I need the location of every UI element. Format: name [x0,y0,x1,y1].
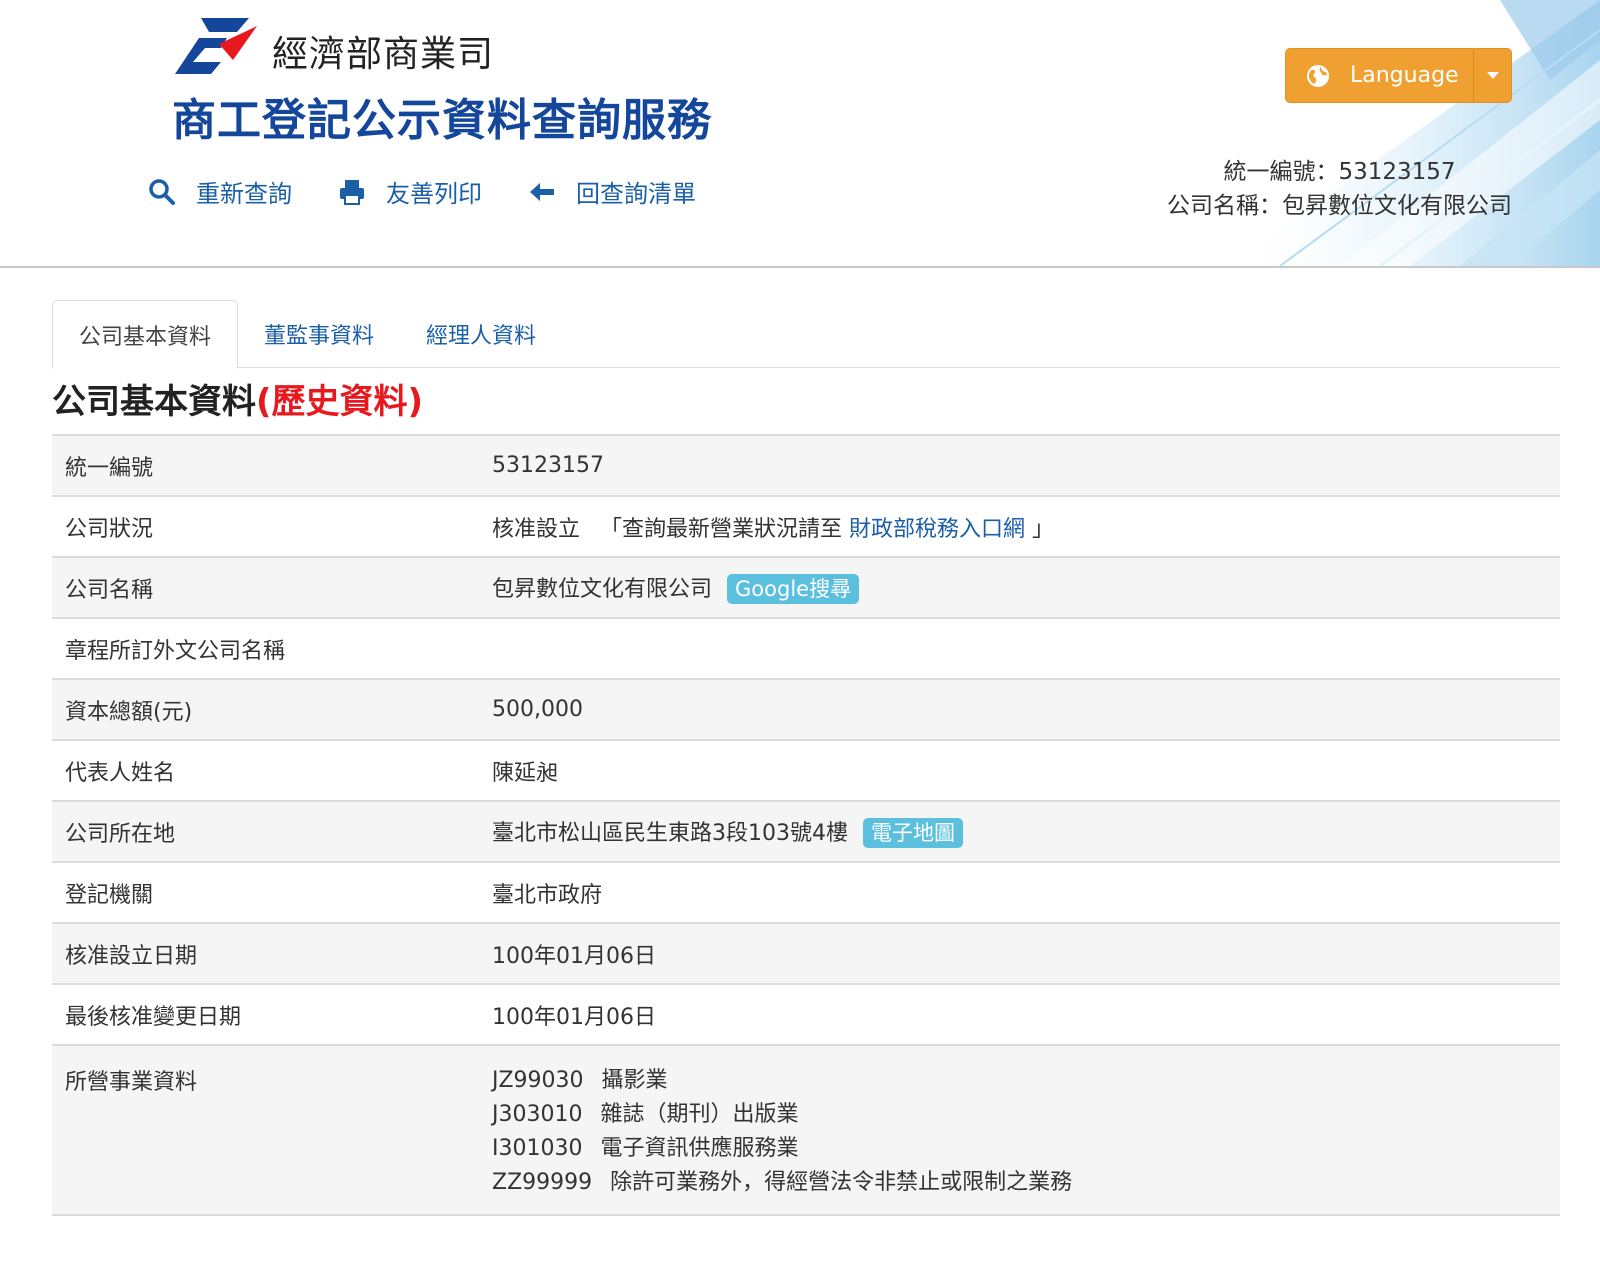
company-name-line: 公司名稱：包昇數位文化有限公司 [1167,193,1512,219]
arrow-left-icon [530,182,554,201]
print-label: 友善列印 [386,180,482,208]
print-icon [340,179,364,205]
table-row: 章程所訂外文公司名稱 [52,617,1560,679]
language-dropdown-toggle[interactable] [1474,49,1511,102]
row-label: 公司狀況 [52,495,492,557]
table-row: 公司名稱 包昇數位文化有限公司 Google搜尋 [52,556,1560,618]
row-label: 代表人姓名 [52,739,492,801]
address-value: 臺北市松山區民生東路3段103號4樓 [492,821,848,846]
language-label: Language [1350,63,1459,88]
tab-directors[interactable]: 董監事資料 [238,300,400,368]
business-code: ZZ99999 [492,1170,593,1195]
tax-portal-link[interactable]: 財政部稅務入口網 [849,517,1025,542]
history-label: (歷史資料) [256,382,424,422]
row-label: 核准設立日期 [52,922,492,984]
capital-value: 500,000 [492,678,1560,740]
business-desc: 除許可業務外，得經營法令非禁止或限制之業務 [610,1170,1073,1195]
language-button-main[interactable]: Language [1286,49,1474,102]
caret-down-icon [1486,71,1499,79]
business-code: I301030 [492,1136,583,1161]
ministry-logo [175,18,257,74]
header-decoration [1230,0,1600,266]
status-cell: 核准設立 「查詢最新營業狀況請至 財政部稅務入口網 」 [492,495,1560,557]
table-row: 登記機關 臺北市政府 [52,861,1560,923]
new-search-link[interactable]: 重新查詢 [148,174,292,209]
table-row: 公司狀況 核准設立 「查詢最新營業狀況請至 財政部稅務入口網 」 [52,495,1560,557]
table-row: 代表人姓名 陳延昶 [52,739,1560,801]
table-row: 最後核准變更日期 100年01月06日 [52,983,1560,1045]
company-summary: 統一編號：53123157 公司名稱：包昇數位文化有限公司 [1167,155,1512,223]
business-code: J303010 [492,1102,583,1127]
row-label: 最後核准變更日期 [52,983,492,1045]
address-cell: 臺北市松山區民生東路3段103號4樓 電子地圖 [492,800,1560,862]
row-label: 公司名稱 [52,556,492,618]
foreign-name-value [492,617,1560,679]
authority-value: 臺北市政府 [492,861,1560,923]
business-item: ZZ99999 除許可業務外，得經營法令非禁止或限制之業務 [492,1166,1547,1200]
table-row: 資本總額(元) 500,000 [52,678,1560,740]
header-nav: 重新查詢 友善列印 回查詢清單 [148,174,742,209]
page-header: 經濟部商業司 商工登記公示資料查詢服務 重新查詢 友善列印 回查詢清單 Lang… [0,0,1600,268]
tab-basic-info[interactable]: 公司基本資料 [52,300,239,369]
row-label: 登記機關 [52,861,492,923]
business-desc: 攝影業 [601,1068,668,1093]
table-row: 統一編號 53123157 [52,434,1560,496]
table-row: 公司所在地 臺北市松山區民生東路3段103號4樓 電子地圖 [52,800,1560,862]
site-title: 商工登記公示資料查詢服務 [172,95,712,146]
business-items-cell: JZ99030 攝影業 J303010 雜誌（期刊）出版業 I301030 電子資訊供… [492,1044,1560,1216]
back-to-list-label: 回查詢清單 [576,180,696,208]
business-desc: 雜誌（期刊）出版業 [600,1102,799,1127]
section-title: 公司基本資料(歷史資料) [52,374,423,423]
row-label: 所營事業資料 [52,1044,492,1216]
company-name-cell: 包昇數位文化有限公司 Google搜尋 [492,556,1560,618]
business-item: I301030 電子資訊供應服務業 [492,1132,1547,1166]
department-name: 經濟部商業司 [272,34,495,75]
row-label: 公司所在地 [52,800,492,862]
status-value: 核准設立 [492,516,581,542]
google-search-badge[interactable]: Google搜尋 [727,574,860,604]
approval-date-value: 100年01月06日 [492,922,1560,984]
business-item: JZ99030 攝影業 [492,1064,1547,1098]
status-note-prefix: 「查詢最新營業狀況請至 [600,516,843,542]
new-search-label: 重新查詢 [196,180,292,208]
company-info-table: 統一編號 53123157 公司狀況 核准設立 「查詢最新營業狀況請至 財政部稅務… [52,434,1560,1216]
business-item: J303010 雜誌（期刊）出版業 [492,1098,1547,1132]
search-icon [149,178,175,205]
map-badge[interactable]: 電子地圖 [863,818,963,848]
last-change-date-value: 100年01月06日 [492,983,1560,1045]
language-button[interactable]: Language [1285,48,1512,103]
table-row: 所營事業資料 JZ99030 攝影業 J303010 雜誌（期刊）出版業 I3010… [52,1044,1560,1216]
print-link[interactable]: 友善列印 [338,174,482,209]
business-desc: 電子資訊供應服務業 [600,1136,799,1161]
row-label: 資本總額(元) [52,678,492,740]
tab-bar: 公司基本資料 董監事資料 經理人資料 [52,300,1560,369]
tab-managers[interactable]: 經理人資料 [400,300,562,368]
row-label: 統一編號 [52,434,492,496]
table-row: 核准設立日期 100年01月06日 [52,922,1560,984]
business-code: JZ99030 [492,1068,584,1093]
company-name-value: 包昇數位文化有限公司 [492,577,713,602]
representative-value: 陳延昶 [492,739,1560,801]
globe-icon [1307,64,1329,87]
company-id-line: 統一編號：53123157 [1223,159,1456,185]
back-to-list-link[interactable]: 回查詢清單 [528,174,696,209]
tax-id-value: 53123157 [492,434,1560,496]
row-label: 章程所訂外文公司名稱 [52,617,492,679]
status-note-suffix: 」 [1032,516,1055,542]
section-title-text: 公司基本資料 [52,382,256,422]
